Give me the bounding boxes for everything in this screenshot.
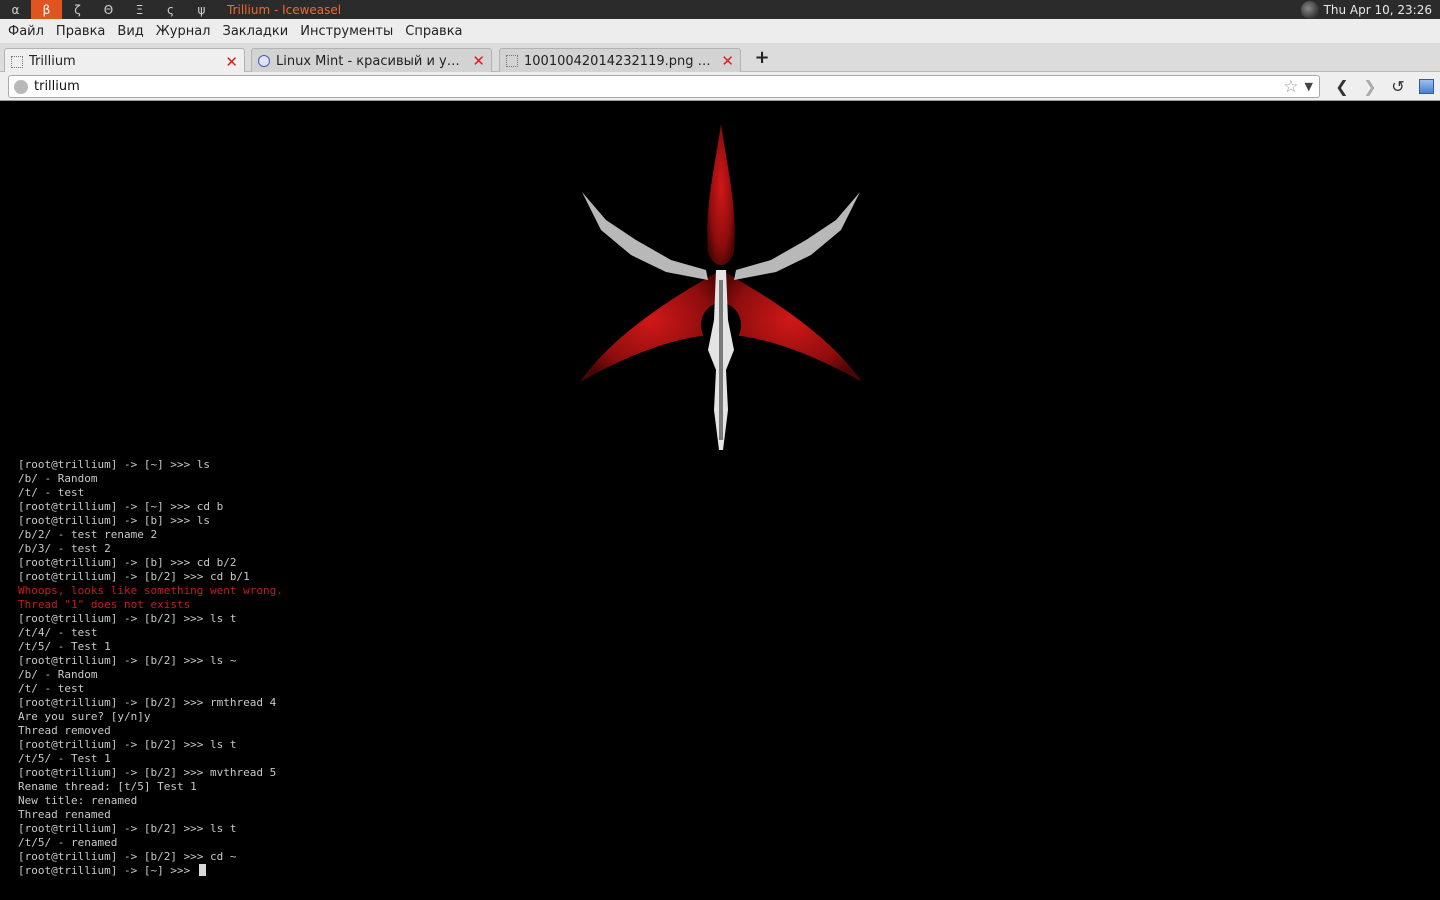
menu-tools[interactable]: Инструменты bbox=[294, 24, 399, 39]
tray: Thu Apr 10, 23:26 bbox=[1300, 0, 1440, 19]
workspace-button[interactable]: ς bbox=[155, 0, 186, 19]
menu-bookmarks[interactable]: Закладки bbox=[217, 24, 295, 39]
chevron-down-icon[interactable]: ▼ bbox=[1305, 80, 1313, 93]
workspace-switcher: αβζΘΞςψ bbox=[0, 0, 217, 19]
terminal-prompt: [root@trillium] -> [~] >>> bbox=[18, 864, 197, 877]
workspace-button[interactable]: ζ bbox=[62, 0, 93, 19]
bookmark-star-icon[interactable]: ☆ bbox=[1283, 77, 1298, 97]
terminal-line: /t/5/ - Test 1 bbox=[18, 752, 111, 765]
terminal-output[interactable]: [root@trillium] -> [~] >>> ls/b/ - Rando… bbox=[18, 458, 283, 878]
clock[interactable]: Thu Apr 10, 23:26 bbox=[1324, 3, 1440, 17]
terminal-line: /t/5/ - Test 1 bbox=[18, 640, 111, 653]
terminal-line: [root@trillium] -> [b/2] >>> cd b/1 bbox=[18, 570, 250, 583]
terminal-line: Thread renamed bbox=[18, 808, 111, 821]
site-identity-icon[interactable] bbox=[14, 79, 28, 94]
terminal-line: [root@trillium] -> [b/2] >>> mvthread 5 bbox=[18, 766, 277, 779]
terminal-line: [root@trillium] -> [~] >>> cd b bbox=[18, 500, 224, 513]
terminal-line: /t/5/ - renamed bbox=[18, 836, 118, 849]
terminal-error-line: Thread "1" does not exists bbox=[18, 598, 191, 611]
url-bar[interactable]: ☆ ▼ bbox=[8, 75, 1320, 98]
terminal-line: [root@trillium] -> [b/2] >>> ls t bbox=[18, 612, 237, 625]
tab-label: Linux Mint - красивый и удобный bbox=[276, 53, 466, 69]
terminal-error-line: Whoops, looks like something went wrong. bbox=[18, 584, 283, 597]
terminal-line: [root@trillium] -> [b/2] >>> cd ~ bbox=[18, 850, 237, 863]
forward-button[interactable]: ❯ bbox=[1360, 77, 1380, 97]
active-window-title: Trillium - Iceweasel bbox=[227, 2, 342, 17]
workspace-button[interactable]: β bbox=[31, 0, 62, 19]
tab-label: 10010042014232119.png (изображение bbox=[524, 53, 715, 69]
terminal-line: [root@trillium] -> [b/2] >>> rmthread 4 bbox=[18, 696, 277, 709]
terminal-line: New title: renamed bbox=[18, 794, 138, 807]
terminal-line: /b/ - Random bbox=[18, 472, 98, 485]
terminal-line: [root@trillium] -> [b/2] >>> ls ~ bbox=[18, 654, 237, 667]
terminal-line: [root@trillium] -> [b] >>> ls bbox=[18, 514, 211, 527]
close-tab-icon[interactable]: ✕ bbox=[225, 53, 238, 71]
workspace-button[interactable]: ψ bbox=[186, 0, 217, 19]
reload-button[interactable]: ↺ bbox=[1388, 77, 1408, 97]
workspace-button[interactable]: α bbox=[0, 0, 31, 19]
menu-history[interactable]: Журнал bbox=[150, 24, 217, 39]
tab-bar: Trillium ✕ Linux Mint - красивый и удобн… bbox=[0, 43, 1440, 74]
workspace-button[interactable]: Ξ bbox=[124, 0, 155, 19]
terminal-line: /b/3/ - test 2 bbox=[18, 542, 111, 555]
new-tab-button[interactable]: + bbox=[752, 48, 772, 68]
terminal-line: /t/ - test bbox=[18, 682, 85, 695]
terminal-line: /t/4/ - test bbox=[18, 626, 98, 639]
menu-file[interactable]: Файл bbox=[2, 24, 50, 39]
terminal-line: [root@trillium] -> [b/2] >>> ls t bbox=[18, 738, 237, 751]
terminal-line: [root@trillium] -> [~] >>> ls bbox=[18, 458, 211, 471]
tab-label: Trillium bbox=[29, 54, 76, 69]
close-tab-icon[interactable]: ✕ bbox=[472, 52, 485, 70]
workspace-button[interactable]: Θ bbox=[93, 0, 124, 19]
terminal-line: /t/ - test bbox=[18, 486, 85, 499]
system-panel: αβζΘΞςψ Trillium - Iceweasel Thu Apr 10,… bbox=[0, 0, 1440, 19]
wordpress-icon bbox=[258, 55, 270, 67]
url-input[interactable] bbox=[34, 79, 1284, 94]
tab-trillium[interactable]: Trillium ✕ bbox=[4, 48, 245, 74]
terminal-line: /b/ - Random bbox=[18, 668, 98, 681]
tab-linux-mint[interactable]: Linux Mint - красивый и удобный ✕ bbox=[251, 48, 492, 73]
text-cursor bbox=[198, 864, 206, 876]
blank-page-icon bbox=[11, 55, 23, 68]
tab-image[interactable]: 10010042014232119.png (изображение ✕ bbox=[499, 48, 741, 73]
menubar: Файл Правка Вид Журнал Закладки Инструме… bbox=[0, 19, 1440, 43]
blank-page-icon bbox=[506, 55, 518, 67]
trillium-logo-image bbox=[580, 124, 862, 450]
menu-edit[interactable]: Правка bbox=[50, 24, 111, 39]
terminal-line: [root@trillium] -> [b/2] >>> ls t bbox=[18, 822, 237, 835]
terminal-prompt-line[interactable]: [root@trillium] -> [~] >>> bbox=[18, 864, 283, 878]
terminal-line: /b/2/ - test rename 2 bbox=[18, 528, 158, 541]
terminal-line: Thread removed bbox=[18, 724, 111, 737]
navigation-bar: ☆ ▼ ❮ ❯ ↺ bbox=[0, 72, 1440, 101]
terminal-line: [root@trillium] -> [b] >>> cd b/2 bbox=[18, 556, 237, 569]
close-tab-icon[interactable]: ✕ bbox=[721, 52, 734, 70]
terminal-line: Rename thread: [t/5] Test 1 bbox=[18, 780, 197, 793]
terminal-line: Are you sure? [y/n]y bbox=[18, 710, 151, 723]
menu-help[interactable]: Справка bbox=[399, 24, 468, 39]
user-avatar-icon[interactable] bbox=[1300, 0, 1319, 19]
menu-view[interactable]: Вид bbox=[111, 24, 149, 39]
back-button[interactable]: ❮ bbox=[1332, 77, 1352, 97]
image-extension-icon[interactable] bbox=[1419, 79, 1434, 94]
